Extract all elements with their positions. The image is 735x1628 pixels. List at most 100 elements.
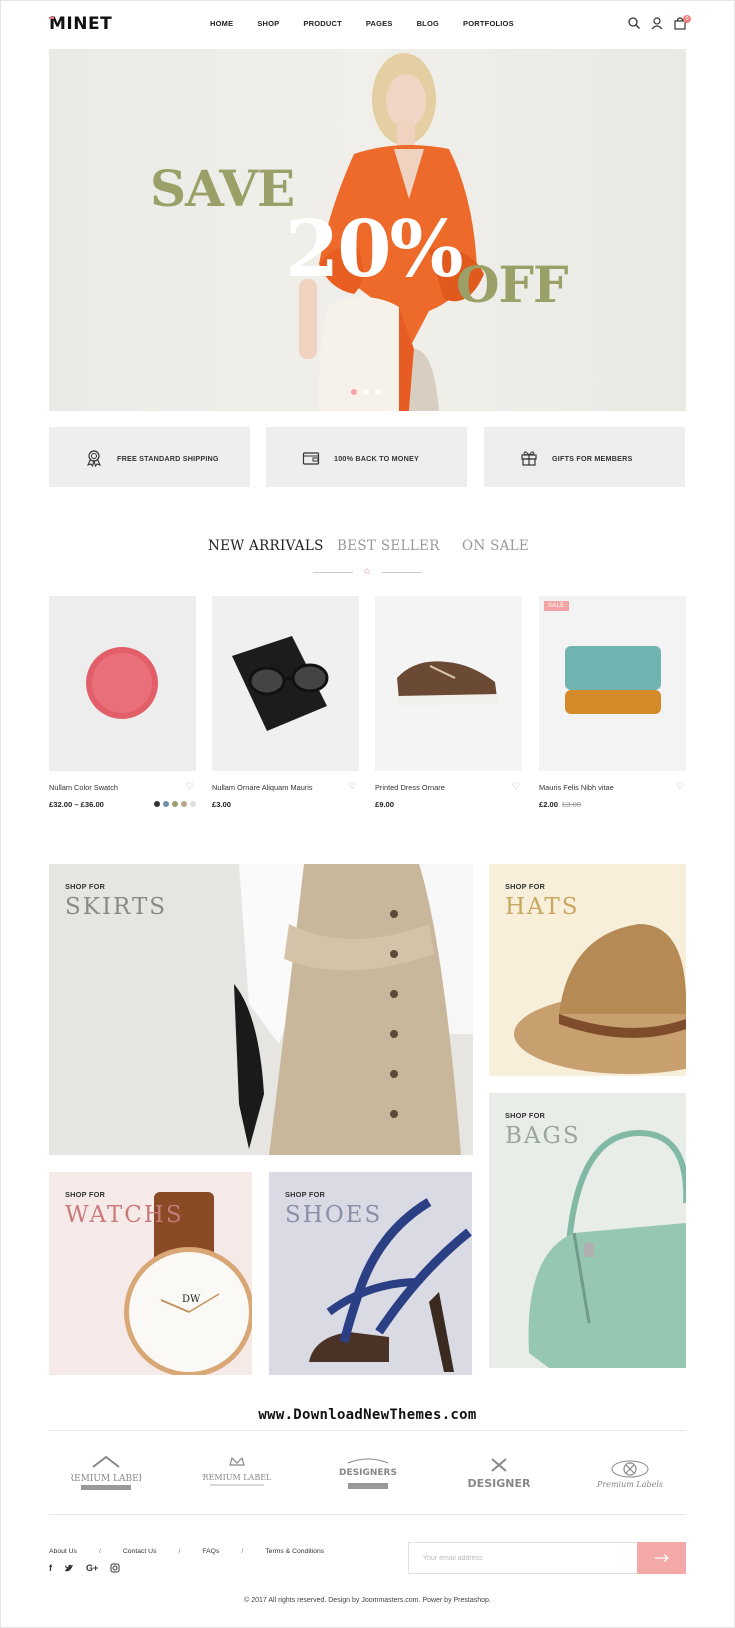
slider-dots <box>351 389 381 395</box>
swatch-black[interactable] <box>154 801 160 807</box>
brand-mountain-logo: PREMIUM LABELS <box>71 1455 141 1490</box>
product-card[interactable]: Nullam Color Swatch ♡ £32.00 – £36.00 <box>49 596 196 809</box>
nav-portfolios[interactable]: PORTFOLIOS <box>463 19 514 28</box>
swatch-tan[interactable] <box>181 801 187 807</box>
slider-dot-3[interactable] <box>375 389 381 395</box>
heart-icon[interactable]: ♡ <box>512 781 520 792</box>
swatch-blue[interactable] <box>163 801 169 807</box>
nav-pages[interactable]: PAGES <box>366 19 393 28</box>
hero-slider[interactable]: SAVE 20% OFF <box>49 49 686 411</box>
product-card[interactable]: Printed Dress Ornare ♡ £9.00 <box>375 596 522 809</box>
product-name[interactable]: Nullam Ornare Aliquam Mauris <box>212 783 313 792</box>
nav-home[interactable]: HOME <box>210 19 233 28</box>
brand-logo-text: Premium Labels <box>596 1480 663 1489</box>
tab-on-sale[interactable]: ON SALE <box>462 538 529 554</box>
category-title: WATCHS <box>65 1202 184 1228</box>
separator: / <box>241 1548 244 1555</box>
feature-shipping: FREE STANDARD SHIPPING <box>49 427 250 487</box>
search-icon[interactable] <box>627 16 641 30</box>
facebook-icon[interactable]: f <box>49 1563 52 1573</box>
category-shoes[interactable]: SHOP FOR SHOES <box>269 1172 472 1375</box>
logo[interactable]: MINET <box>49 14 112 34</box>
footer-link-faqs[interactable]: FAQs <box>202 1548 219 1555</box>
nav-blog[interactable]: BLOG <box>417 19 439 28</box>
product-price: £2.00 £3.00 <box>539 800 581 809</box>
product-image[interactable] <box>212 596 359 771</box>
tab-new-arrivals[interactable]: NEW ARRIVALS <box>208 538 324 554</box>
feature-money-back: 100% BACK TO MONEY <box>266 427 467 487</box>
category-hats[interactable]: SHOP FOR HATS <box>489 864 686 1076</box>
product-shoe-image <box>397 661 499 706</box>
ribbon-icon <box>86 450 102 467</box>
category-watches[interactable]: DW SHOP FOR WATCHS <box>49 1172 252 1375</box>
product-card[interactable]: Nullam Ornare Aliquam Mauris ♡ £3.00 <box>212 596 359 809</box>
brands-divider-bottom <box>49 1514 686 1515</box>
brand-logo-1[interactable]: PREMIUM LABELS <box>66 1452 146 1497</box>
category-title: SHOES <box>285 1202 383 1228</box>
category-title: SKIRTS <box>65 894 168 920</box>
product-image[interactable] <box>49 596 196 771</box>
product-swatch-image <box>86 647 158 719</box>
tab-divider-right <box>382 572 422 573</box>
brand-logo-text: PREMIUM LABELS <box>202 1473 272 1482</box>
product-current-price: £2.00 <box>539 800 559 809</box>
logo-accent <box>49 17 54 19</box>
slider-dot-1[interactable] <box>351 389 357 395</box>
brand-logo-text: PREMIUM LABELS <box>71 1474 141 1484</box>
brand-logo-3[interactable]: DESIGNERS <box>328 1452 408 1497</box>
product-name[interactable]: Printed Dress Ornare <box>375 783 445 792</box>
category-bags[interactable]: SHOP FOR BAGS <box>489 1093 686 1368</box>
separator: / <box>98 1548 101 1555</box>
feature-gifts: GIFTS FOR MEMBERS <box>484 427 685 487</box>
watermark-text: www.DownloadNewThemes.com <box>258 1407 477 1423</box>
product-price: £9.00 <box>375 800 395 809</box>
product-image[interactable]: SALE <box>539 596 686 771</box>
nav-product[interactable]: PRODUCT <box>303 19 341 28</box>
slider-dot-2[interactable] <box>363 389 369 395</box>
tab-best-seller[interactable]: BEST SELLER <box>337 538 440 554</box>
brand-logo-5[interactable]: Premium Labels <box>590 1452 670 1497</box>
product-clutch-image <box>565 646 661 714</box>
nav-shop[interactable]: SHOP <box>257 19 279 28</box>
brand-crown-logo: PREMIUM LABELS <box>202 1456 272 1485</box>
brands-divider-top <box>49 1430 686 1431</box>
heart-icon[interactable]: ♡ <box>349 781 357 792</box>
brand-designer-logo: DESIGNER <box>468 1457 531 1490</box>
twitter-icon[interactable] <box>64 1563 74 1573</box>
newsletter-submit-button[interactable] <box>637 1542 686 1574</box>
separator: / <box>178 1548 181 1555</box>
main-nav: HOME SHOP PRODUCT PAGES BLOG PORTFOLIOS <box>210 19 538 28</box>
shop-for-label: SHOP FOR <box>65 882 106 891</box>
feature-label: GIFTS FOR MEMBERS <box>552 454 633 463</box>
product-price: £32.00 – £36.00 <box>49 800 104 809</box>
product-image[interactable] <box>375 596 522 771</box>
heart-icon[interactable]: ♡ <box>676 781 684 792</box>
feature-label: 100% BACK TO MONEY <box>334 454 419 463</box>
brand-xcircle-logo: Premium Labels <box>596 1460 663 1489</box>
newsletter-email-input[interactable] <box>408 1542 638 1574</box>
google-plus-icon[interactable]: G+ <box>86 1563 98 1573</box>
swatch-grey[interactable] <box>190 801 196 807</box>
footer-link-terms[interactable]: Terms & Conditions <box>265 1548 324 1555</box>
swatch-olive[interactable] <box>172 801 178 807</box>
user-icon[interactable] <box>650 16 664 30</box>
heart-icon[interactable]: ♡ <box>186 781 194 792</box>
instagram-icon[interactable] <box>110 1563 120 1573</box>
product-card[interactable]: SALE Mauris Felis Nibh vitae ♡ £2.00 £3.0… <box>539 596 686 809</box>
hero-percent-text: 20% <box>285 204 464 295</box>
product-name[interactable]: Mauris Felis Nibh vitae <box>539 783 614 792</box>
copyright-text: © 2017 All rights reserved. Design by Jo… <box>244 1597 491 1604</box>
product-tabs: NEW ARRIVALS BEST SELLER ON SALE <box>0 538 735 568</box>
brand-logo-2[interactable]: PREMIUM LABELS <box>197 1452 277 1497</box>
brand-designers-logo: DESIGNERS <box>339 1458 397 1489</box>
product-name[interactable]: Nullam Color Swatch <box>49 783 118 792</box>
footer-link-about[interactable]: About Us <box>49 1548 77 1555</box>
footer-link-contact[interactable]: Contact Us <box>123 1548 157 1555</box>
hero-save-text: SAVE <box>150 159 295 218</box>
category-skirts[interactable]: SHOP FOR SKIRTS <box>49 864 473 1155</box>
tab-divider-left <box>313 572 353 573</box>
shop-for-label: SHOP FOR <box>65 1190 106 1199</box>
brand-logo-4[interactable]: DESIGNER <box>459 1452 539 1497</box>
category-title: BAGS <box>505 1123 581 1149</box>
sale-badge: SALE <box>544 601 569 611</box>
